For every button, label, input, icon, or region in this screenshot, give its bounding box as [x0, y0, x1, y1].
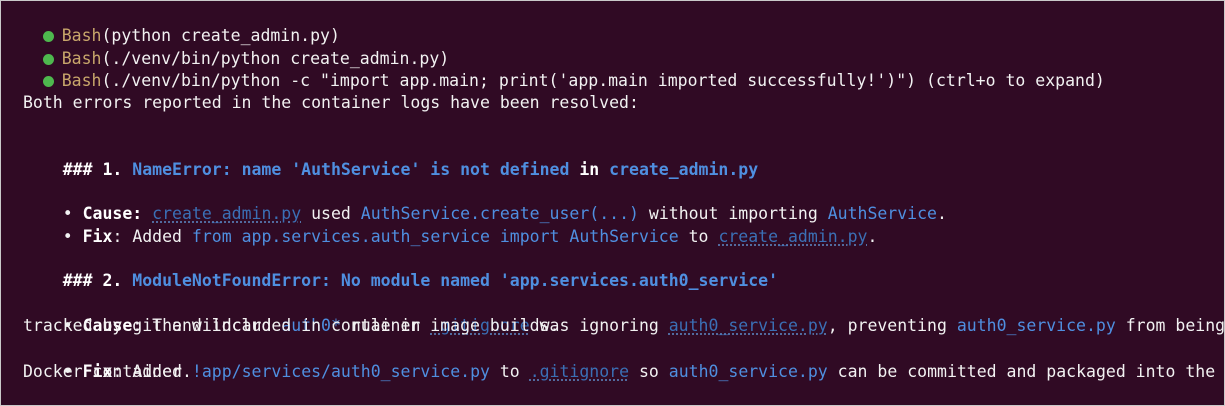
section-2-heading: ### 2. ModuleNotFoundError: No module na…: [62, 271, 778, 290]
command-line-2[interactable]: Bash(./venv/bin/python create_admin.py): [3, 24, 449, 68]
terminal-window: Bash(python create_admin.py) Bash(./venv…: [0, 0, 1225, 406]
section-1-cause: • Cause: create_admin.py used AuthServic…: [62, 204, 947, 223]
section-2-fix-continued: Docker container.: [23, 362, 192, 381]
section-2-cause: • Cause: The wildcard auth0* rule in .gi…: [62, 316, 1225, 335]
summary-text: Both errors reported in the container lo…: [23, 93, 639, 112]
bullet: •: [62, 227, 83, 246]
status-dot-icon: [42, 76, 54, 87]
section-2-cause-continued: tracked by git and included in container…: [23, 316, 560, 335]
section-2-fix: • Fix: Added !app/services/auth0_service…: [62, 362, 1216, 381]
command-line-1[interactable]: Bash(python create_admin.py): [3, 1, 340, 45]
section-1-heading: ### 1. NameError: name 'AuthService' is …: [62, 160, 759, 179]
file-link[interactable]: create_admin.py: [718, 227, 867, 246]
command-line-3[interactable]: Bash(./venv/bin/python -c "import app.ma…: [3, 46, 1105, 90]
section-1-fix: • Fix: Added from app.services.auth_serv…: [62, 227, 878, 246]
file-link[interactable]: .gitignore: [530, 362, 629, 381]
expand-hint: (ctrl+o to expand): [916, 71, 1105, 90]
command-args: (./venv/bin/python -c "import app.main; …: [101, 71, 917, 90]
file-link[interactable]: auth0_service.py: [669, 316, 828, 335]
tool-name: Bash: [61, 71, 102, 90]
